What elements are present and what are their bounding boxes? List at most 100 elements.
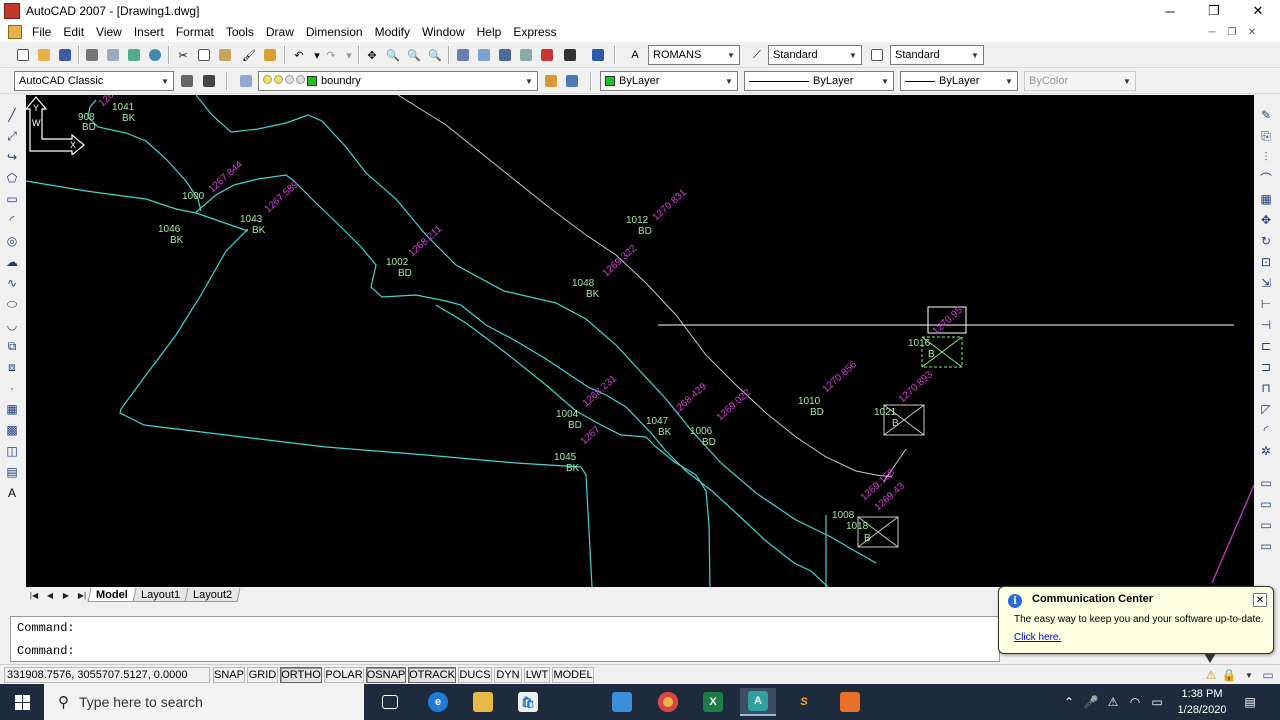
doc-close-button[interactable]: ✕ [1242, 22, 1262, 42]
design-center-icon[interactable] [475, 46, 493, 64]
fillet-icon[interactable]: ◜ [1258, 422, 1274, 438]
multiline-text-icon[interactable]: A [4, 485, 20, 501]
layer-previous-icon[interactable] [563, 72, 581, 90]
markup-icon[interactable] [538, 46, 556, 64]
menu-insert[interactable]: Insert [128, 25, 170, 39]
zoom-window-icon[interactable]: 🔍 [405, 46, 423, 64]
first-tab-icon[interactable]: |◀ [26, 588, 42, 602]
balloon-close-button[interactable]: ✕ [1253, 593, 1267, 607]
circle-icon[interactable]: ◎ [4, 233, 20, 249]
open-icon[interactable] [35, 46, 53, 64]
point-icon[interactable]: · [4, 380, 20, 396]
maximize-button[interactable]: ❐ [1192, 0, 1236, 22]
text-style-dropdown[interactable]: ROMANS ▼ [648, 45, 740, 65]
calculator-icon[interactable] [561, 46, 579, 64]
zoom-realtime-icon[interactable]: 🔍 [384, 46, 402, 64]
menu-modify[interactable]: Modify [369, 25, 416, 39]
snap-toggle[interactable]: SNAP [213, 667, 245, 683]
table-style-dropdown[interactable]: Standard ▼ [890, 45, 984, 65]
mirror-icon[interactable]: ⫶ [1258, 149, 1274, 165]
soft-app-icon[interactable]: S [786, 688, 822, 716]
rectangle-icon[interactable]: ▭ [4, 191, 20, 207]
polygon-icon[interactable]: ⬠ [4, 170, 20, 186]
menu-view[interactable]: View [90, 25, 128, 39]
autocad-taskbar-icon[interactable]: A [740, 688, 776, 716]
plot-icon[interactable] [83, 46, 101, 64]
region-icon[interactable]: ◫ [4, 443, 20, 459]
file-explorer-icon[interactable] [465, 688, 501, 716]
battery-icon[interactable]: ▭ [1148, 684, 1166, 720]
edge-icon[interactable]: e [420, 688, 456, 716]
layout-icon-1[interactable]: ▭ [1258, 475, 1274, 491]
show-hidden-icons[interactable]: ⌃ [1060, 684, 1078, 720]
help-icon[interactable] [589, 46, 607, 64]
chrome-icon[interactable] [650, 688, 686, 716]
prev-tab-icon[interactable]: ◀ [42, 588, 58, 602]
make-object-layer-current-icon[interactable] [542, 72, 560, 90]
layer-manager-icon[interactable] [237, 72, 255, 90]
drawing-area[interactable]: 908 BD 1041 BK 1000 1043 BK 1046 BK 1002… [26, 95, 1254, 587]
grid-toggle[interactable]: GRID [247, 667, 278, 683]
table-icon[interactable]: ▤ [4, 464, 20, 480]
orange-app-icon[interactable] [832, 688, 868, 716]
menu-express[interactable]: Express [507, 25, 562, 39]
taskbar-clock[interactable]: 1:38 PM 1/28/2020 [1168, 686, 1236, 718]
rotate-icon[interactable]: ↻ [1258, 233, 1274, 249]
copy-object-icon[interactable]: ⎘ [1258, 128, 1274, 144]
close-button[interactable]: ✕ [1236, 0, 1280, 22]
ducs-toggle[interactable]: DUCS [458, 667, 492, 683]
polar-toggle[interactable]: POLAR [324, 667, 364, 683]
redo-dropdown-icon[interactable]: ▾ [340, 46, 358, 64]
tab-layout2[interactable]: Layout2 [184, 588, 241, 602]
ellipse-icon[interactable]: ⬭ [4, 296, 20, 312]
move-icon[interactable]: ✥ [1258, 212, 1274, 228]
dim-style-dropdown[interactable]: Standard ▼ [768, 45, 862, 65]
tab-model[interactable]: Model [87, 588, 137, 602]
zoom-previous-icon[interactable]: 🔍 [426, 46, 444, 64]
lineweight-dropdown[interactable]: ByLayer ▼ [900, 71, 1018, 91]
3d-dwf-icon[interactable] [146, 46, 164, 64]
excel-icon[interactable]: X [695, 688, 731, 716]
dyn-toggle[interactable]: DYN [494, 667, 522, 683]
spline-icon[interactable]: ∿ [4, 275, 20, 291]
copy-icon[interactable] [195, 46, 213, 64]
app-icon-blue[interactable] [604, 688, 640, 716]
ortho-toggle[interactable]: ORTHO [280, 667, 322, 683]
workspace-save-icon[interactable] [200, 72, 218, 90]
text-style-icon[interactable]: A [626, 46, 644, 64]
menu-format[interactable]: Format [170, 25, 220, 39]
menu-edit[interactable]: Edit [57, 25, 90, 39]
osnap-toggle[interactable]: OSNAP [366, 667, 406, 683]
balloon-link[interactable]: Click here. [1014, 632, 1061, 643]
lock-icon[interactable]: 🔒 [1222, 665, 1237, 685]
taskbar-search[interactable]: ⚲ Type here to search [44, 684, 364, 720]
menu-draw[interactable]: Draw [260, 25, 300, 39]
arc-icon[interactable]: ◜ [4, 212, 20, 228]
layer-dropdown[interactable]: boundry ▼ [258, 71, 538, 91]
workspace-settings-icon[interactable] [178, 72, 196, 90]
color-dropdown[interactable]: ByLayer ▼ [600, 71, 738, 91]
menu-file[interactable]: File [26, 25, 57, 39]
menu-tools[interactable]: Tools [220, 25, 260, 39]
polyline-icon[interactable]: ↪ [4, 149, 20, 165]
chamfer-icon[interactable]: ◸ [1258, 401, 1274, 417]
autocad-app-icon[interactable] [4, 3, 20, 19]
document-icon[interactable] [8, 25, 22, 39]
properties-icon[interactable] [454, 46, 472, 64]
save-icon[interactable] [56, 46, 74, 64]
task-view-icon[interactable] [372, 688, 408, 716]
revision-cloud-icon[interactable]: ☁ [4, 254, 20, 270]
tool-palettes-icon[interactable] [496, 46, 514, 64]
paste-icon[interactable] [216, 46, 234, 64]
table-style-icon[interactable] [868, 46, 886, 64]
next-tab-icon[interactable]: ▶ [58, 588, 74, 602]
store-icon[interactable]: 🛍 [510, 688, 546, 716]
menu-dimension[interactable]: Dimension [300, 25, 369, 39]
start-button[interactable] [0, 684, 44, 720]
model-toggle[interactable]: MODEL [552, 667, 594, 683]
stretch-icon[interactable]: ⇲ [1258, 275, 1274, 291]
otrack-toggle[interactable]: OTRACK [408, 667, 456, 683]
cut-icon[interactable]: ✂ [174, 46, 192, 64]
doc-restore-button[interactable]: ❐ [1222, 22, 1242, 42]
sheet-set-icon[interactable] [517, 46, 535, 64]
